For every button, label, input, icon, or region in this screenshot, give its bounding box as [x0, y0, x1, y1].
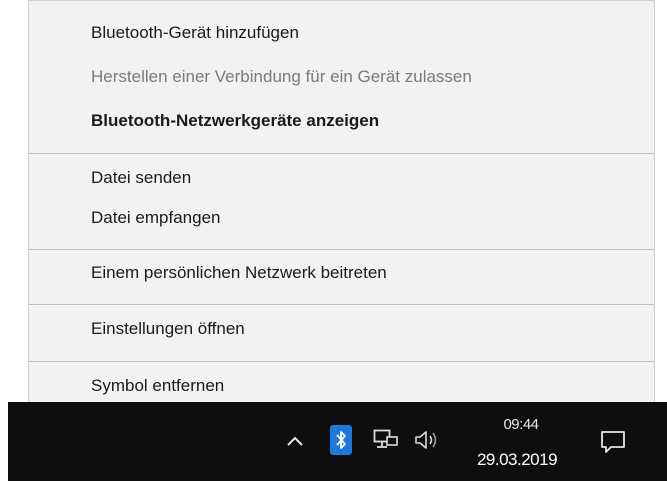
menu-separator: [29, 249, 654, 250]
menu-separator: [29, 304, 654, 305]
menu-item-add-bluetooth-device[interactable]: Bluetooth-Gerät hinzufügen: [91, 23, 299, 43]
bluetooth-context-menu: Bluetooth-Gerät hinzufügen Herstellen ei…: [28, 0, 655, 414]
clock-date[interactable]: 29.03.2019: [462, 450, 572, 470]
menu-item-allow-device-connection: Herstellen einer Verbindung für ein Gerä…: [91, 67, 472, 86]
bluetooth-icon[interactable]: [330, 425, 352, 455]
menu-item-show-network-devices[interactable]: Bluetooth-Netzwerkgeräte anzeigen: [91, 111, 379, 131]
menu-separator: [29, 361, 654, 362]
menu-item-join-personal-network[interactable]: Einem persönlichen Netzwerk beitreten: [91, 263, 387, 283]
menu-item-receive-file[interactable]: Datei empfangen: [91, 208, 220, 228]
menu-item-remove-icon[interactable]: Symbol entfernen: [91, 376, 224, 396]
screenshot: Bluetooth-Gerät hinzufügen Herstellen ei…: [0, 0, 667, 481]
speaker-icon[interactable]: [413, 428, 441, 452]
clock-time[interactable]: 09:44: [493, 416, 549, 433]
action-center-icon[interactable]: [598, 428, 628, 456]
menu-separator: [29, 153, 654, 154]
network-icon[interactable]: [372, 427, 400, 453]
menu-item-open-settings[interactable]: Einstellungen öffnen: [91, 319, 245, 339]
menu-item-send-file[interactable]: Datei senden: [91, 168, 191, 188]
chevron-up-icon[interactable]: [284, 432, 306, 450]
